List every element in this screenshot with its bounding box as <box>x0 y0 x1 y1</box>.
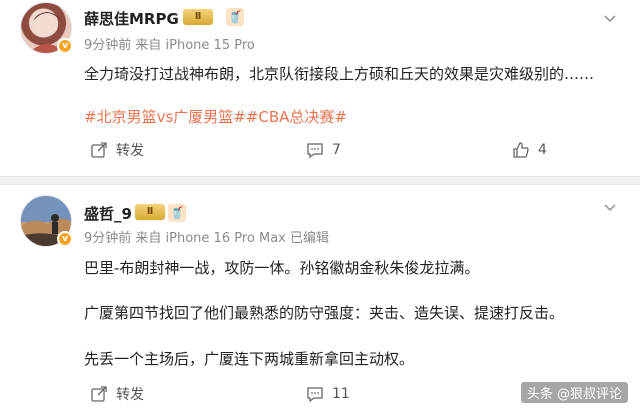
level-badge-icon: Ⅱ <box>135 204 165 220</box>
comment-count: 11 <box>332 386 350 402</box>
username[interactable]: 薛思佳MRPG <box>84 8 179 29</box>
post-item: v 薛思佳MRPG Ⅱ 🥤 9分钟前 来自 iPhone 15 Pro 全力琦没… <box>0 0 640 176</box>
like-icon <box>513 142 529 158</box>
comment-count: 7 <box>332 142 341 158</box>
more-icon[interactable] <box>600 8 620 28</box>
comment-button[interactable]: 7 <box>306 138 341 162</box>
level-badge-icon: Ⅱ <box>183 9 213 25</box>
topic-tags[interactable]: #北京男篮vs广厦男篮##CBA总决赛# <box>84 106 614 128</box>
share-label: 转发 <box>116 387 144 403</box>
weibo-comment-feed: v 薛思佳MRPG Ⅱ 🥤 9分钟前 来自 iPhone 15 Pro 全力琦没… <box>0 0 640 411</box>
post-divider <box>0 176 640 185</box>
share-icon <box>91 142 107 158</box>
verified-icon: v <box>57 231 73 247</box>
verified-icon: v <box>57 38 73 54</box>
post-item: v 盛哲_9 Ⅱ 🥤 9分钟前 来自 iPhone 16 Pro Max 已编辑… <box>0 185 640 411</box>
cup-icon: 🥤 <box>168 204 186 222</box>
post-text: 全力琦没打过战神布朗，北京队衔接段上方硕和丘天的效果是灾难级别的…… <box>84 65 595 83</box>
more-icon[interactable] <box>600 197 620 217</box>
comment-button[interactable]: 11 <box>306 382 350 406</box>
share-button[interactable]: 转发 <box>90 382 144 406</box>
share-label: 转发 <box>116 143 144 159</box>
watermark: 头条 @狠叔评论 <box>520 382 628 403</box>
post-meta: 9分钟前 来自 iPhone 15 Pro <box>84 38 255 53</box>
post-meta: 9分钟前 来自 iPhone 16 Pro Max 已编辑 <box>84 231 329 246</box>
cup-icon: 🥤 <box>226 8 244 26</box>
post-paragraph: 先丢一个主场后，广厦连下两城重新拿回主动权。 <box>84 350 415 368</box>
like-button[interactable]: 4 <box>512 138 547 162</box>
like-count: 4 <box>538 142 547 158</box>
comment-icon <box>307 387 323 403</box>
share-button[interactable]: 转发 <box>90 138 144 162</box>
post-paragraph: 广厦第四节找回了他们最熟悉的防守强度：夹击、造失误、提速打反击。 <box>84 304 565 322</box>
comment-icon <box>307 143 323 159</box>
post-paragraph: 巴里-布朗封神一战，攻防一体。孙铭徽胡金秋朱俊龙拉满。 <box>84 259 480 277</box>
share-icon <box>91 386 107 402</box>
username[interactable]: 盛哲_9 <box>84 203 132 224</box>
action-bar: 转发 7 4 <box>84 138 620 162</box>
